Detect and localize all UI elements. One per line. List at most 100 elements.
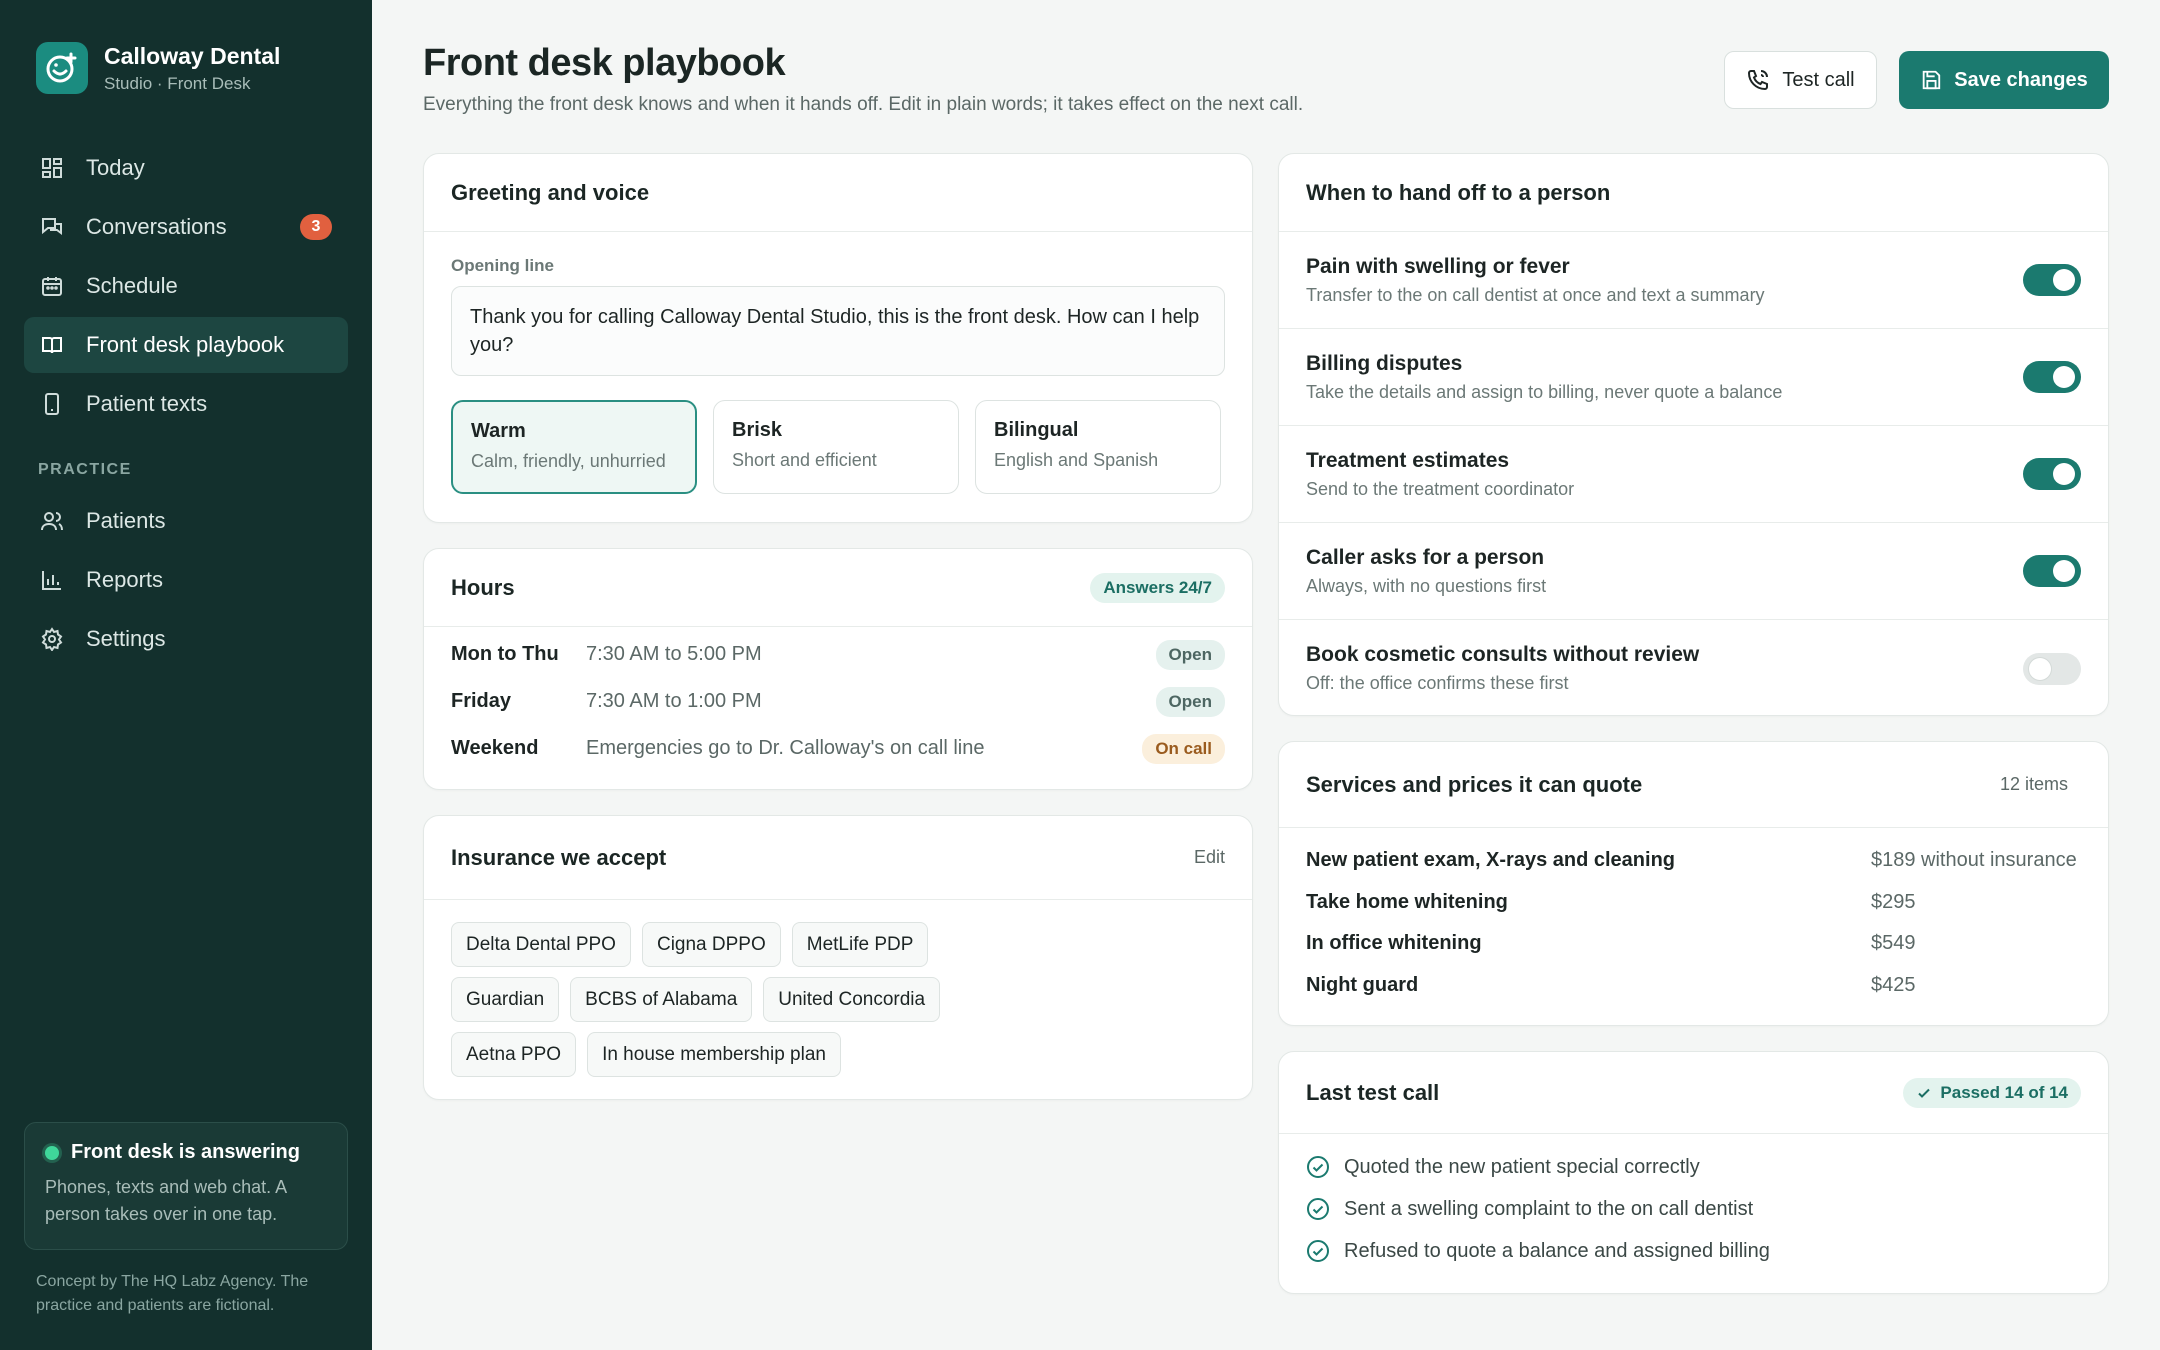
test-result-badge: Passed 14 of 14 — [1903, 1077, 2081, 1108]
tone-option-brisk[interactable]: Brisk Short and efficient — [713, 400, 959, 494]
opening-line-label: Opening line — [451, 256, 554, 275]
service-price: $295 — [1871, 890, 1916, 913]
grid-icon — [38, 154, 66, 182]
rule-description: Always, with no questions first — [1306, 575, 1547, 596]
insurance-chip[interactable]: Aetna PPO — [451, 1032, 577, 1077]
sidebar-item-front-desk-playbook[interactable]: Front desk playbook — [24, 317, 348, 373]
service-row[interactable]: Night guard $425 — [1279, 965, 2108, 1007]
smile-logo-icon — [36, 42, 88, 94]
brand-name: Calloway Dental — [104, 43, 281, 69]
service-row[interactable]: In office whitening $549 — [1279, 923, 2108, 965]
sidebar-item-label: Patient texts — [86, 391, 208, 416]
sidebar-item-patients[interactable]: Patients — [24, 493, 348, 549]
sidebar-item-reports[interactable]: Reports — [24, 552, 348, 608]
rule-title: Billing disputes — [1306, 351, 1463, 375]
sidebar-item-schedule[interactable]: Schedule — [24, 258, 348, 314]
answers-badge: Answers 24/7 — [1090, 572, 1225, 603]
insurance-chip[interactable]: In house membership plan — [587, 1032, 841, 1077]
phone-call-icon — [1746, 68, 1770, 92]
card-title: Insurance we accept — [451, 844, 667, 870]
save-changes-label: Save changes — [1954, 68, 2088, 91]
hours-row[interactable]: Friday 7:30 AM to 1:00 PM Open — [424, 678, 1252, 725]
test-call-label: Test call — [1782, 68, 1855, 91]
card-title: Services and prices it can quote — [1306, 771, 1643, 797]
nav-section-label: PRACTICE — [38, 461, 132, 478]
rule-description: Send to the treatment coordinator — [1306, 478, 1575, 499]
brand-subtitle: Studio · Front Desk — [104, 74, 251, 93]
sidebar-item-settings[interactable]: Settings — [24, 611, 348, 667]
hours-row[interactable]: Mon to Thu 7:30 AM to 5:00 PM Open — [424, 631, 1252, 678]
tone-description: English and Spanish — [994, 450, 1159, 470]
sidebar-item-conversations[interactable]: Conversations 3 — [24, 199, 348, 255]
test-call-button[interactable]: Test call — [1724, 51, 1877, 109]
service-price: $549 — [1871, 932, 1916, 955]
rule-title: Caller asks for a person — [1306, 545, 1545, 569]
insurance-chip[interactable]: Delta Dental PPO — [451, 922, 631, 967]
rule-description: Take the details and assign to billing, … — [1306, 381, 1783, 402]
sidebar-item-label: Today — [86, 155, 145, 180]
sidebar-item-label: Patients — [86, 508, 166, 533]
card-title: Last test call — [1306, 1079, 1440, 1105]
opening-line-input[interactable]: Thank you for calling Calloway Dental St… — [451, 286, 1225, 376]
edit-insurance-link[interactable]: Edit — [1194, 847, 1225, 868]
tone-name: Brisk — [732, 419, 783, 441]
page-title: Front desk playbook — [423, 42, 786, 84]
handoff-rule: Pain with swelling or fever Transfer to … — [1279, 232, 2108, 329]
brand[interactable]: Calloway Dental Studio · Front Desk — [36, 42, 280, 94]
hours-card: Hours Answers 24/7 Mon to Thu 7:30 AM to… — [423, 548, 1253, 790]
insurance-chip-list: Delta Dental PPO Cigna DPPO MetLife PDP … — [424, 900, 1064, 1077]
tone-option-warm[interactable]: Warm Calm, friendly, unhurried — [451, 400, 697, 494]
handoff-card: When to hand off to a person Pain with s… — [1278, 153, 2109, 716]
rule-title: Pain with swelling or fever — [1306, 254, 1570, 278]
hours-time: 7:30 AM to 5:00 PM — [586, 643, 762, 665]
status-badge: On call — [1142, 733, 1225, 764]
rule-toggle[interactable] — [2023, 264, 2081, 296]
insurance-chip[interactable]: United Concordia — [763, 977, 941, 1022]
card-title: When to hand off to a person — [1306, 179, 1611, 205]
save-changes-button[interactable]: Save changes — [1899, 51, 2109, 109]
status-badge: Open — [1155, 686, 1225, 717]
sidebar-item-label: Conversations — [86, 214, 227, 239]
hours-time: 7:30 AM to 1:00 PM — [586, 690, 762, 712]
insurance-chip[interactable]: BCBS of Alabama — [570, 977, 753, 1022]
test-check-text: Refused to quote a balance and assigned … — [1344, 1239, 1770, 1262]
sidebar-item-today[interactable]: Today — [24, 140, 348, 196]
insurance-card: Insurance we accept Edit Delta Dental PP… — [423, 815, 1253, 1100]
service-row[interactable]: New patient exam, X-rays and cleaning $1… — [1279, 840, 2108, 882]
handoff-rule: Book cosmetic consults without review Of… — [1279, 620, 2108, 715]
calendar-icon — [38, 272, 66, 300]
insurance-chip[interactable]: Cigna DPPO — [641, 922, 781, 967]
hours-day: Mon to Thu — [451, 643, 559, 665]
phone-icon — [38, 390, 66, 418]
test-check-text: Quoted the new patient special correctly — [1344, 1155, 1700, 1178]
test-result-label: Passed 14 of 14 — [1940, 1082, 2068, 1102]
footer-note: Concept by The HQ Labz Agency. The pract… — [36, 1273, 309, 1314]
rule-toggle[interactable] — [2023, 458, 2081, 490]
insurance-chip[interactable]: Guardian — [451, 977, 560, 1022]
service-row[interactable]: Take home whitening $295 — [1279, 882, 2108, 924]
service-price: $425 — [1871, 973, 1916, 996]
hours-day: Friday — [451, 690, 512, 712]
hours-row[interactable]: Weekend Emergencies go to Dr. Calloway's… — [424, 725, 1252, 772]
status-badge: Open — [1155, 639, 1225, 670]
insurance-chip[interactable]: MetLife PDP — [791, 922, 929, 967]
check-circle-icon — [1306, 1239, 1330, 1263]
hours-time: Emergencies go to Dr. Calloway's on call… — [586, 737, 985, 759]
rule-toggle[interactable] — [2023, 652, 2081, 685]
rule-title: Book cosmetic consults without review — [1306, 643, 1700, 666]
check-circle-icon — [1306, 1155, 1330, 1179]
handoff-rule: Billing disputes Take the details and as… — [1279, 329, 2108, 426]
handoff-rule: Treatment estimates Send to the treatmen… — [1279, 426, 2108, 523]
test-check-item: Sent a swelling complaint to the on call… — [1279, 1188, 2108, 1230]
sidebar-item-patient-texts[interactable]: Patient texts — [24, 376, 348, 432]
tone-name: Bilingual — [994, 419, 1079, 441]
tone-name: Warm — [471, 420, 526, 442]
tone-description: Calm, friendly, unhurried — [471, 451, 666, 471]
status-indicator-icon — [45, 1145, 59, 1160]
tone-option-bilingual[interactable]: Bilingual English and Spanish — [975, 400, 1221, 494]
rule-toggle[interactable] — [2023, 555, 2081, 587]
rule-toggle[interactable] — [2023, 361, 2081, 393]
main-nav: Today Conversations 3 Schedule Front des… — [24, 140, 348, 670]
sidebar-item-label: Settings — [86, 626, 166, 651]
answering-status-card: Front desk is answering Phones, texts an… — [24, 1122, 348, 1250]
